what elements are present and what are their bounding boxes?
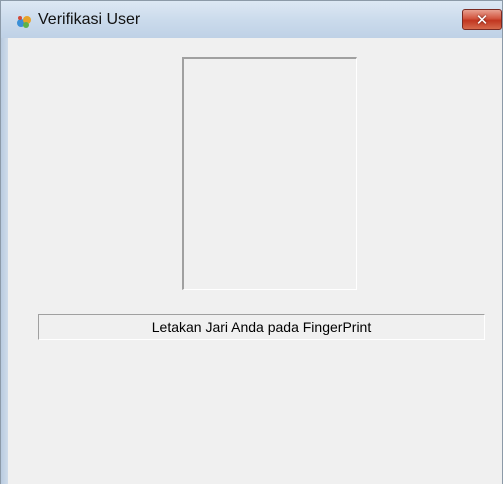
title-bar[interactable]: Verifikasi User ✕ [1,1,502,38]
status-text: Letakan Jari Anda pada FingerPrint [151,319,372,335]
window-title: Verifikasi User [38,11,141,28]
client-area: Letakan Jari Anda pada FingerPrint [8,38,502,484]
status-panel: Letakan Jari Anda pada FingerPrint [38,314,485,340]
app-icon [15,14,33,30]
close-button[interactable]: ✕ [462,9,502,30]
fingerprint-image-box [182,57,357,290]
verifikasi-user-window: Verifikasi User ✕ Letakan Jari Anda pada… [0,0,503,484]
window-frame-left [1,38,8,484]
close-icon: ✕ [475,10,489,29]
